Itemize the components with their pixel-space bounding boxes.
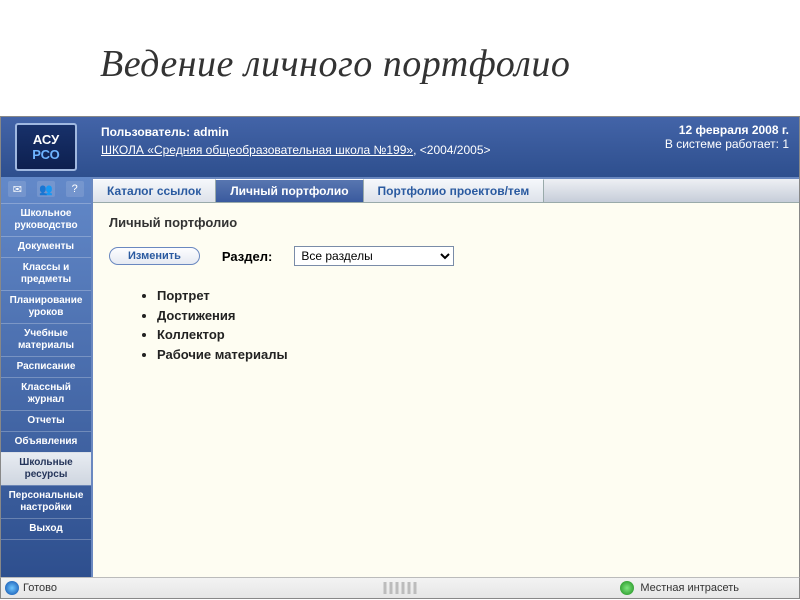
status-bar: Готово Местная интрасеть [0,577,800,599]
sidebar-icons: ✉ 👥 ? [1,177,91,203]
header-bar: АСУ РСО Пользователь: admin ШКОЛА «Средн… [1,117,799,177]
sidebar-item[interactable]: Школьное руководство [1,203,91,236]
tabs: Каталог ссылокЛичный портфолиоПортфолио … [93,179,799,203]
tab[interactable]: Портфолио проектов/тем [364,179,545,202]
logo-box: АСУ РСО [1,117,91,177]
list-item[interactable]: Достижения [157,306,783,326]
logo-line1: АСУ [33,133,59,146]
sidebar-item[interactable]: Персональные настройки [1,485,91,518]
header-date: 12 февраля 2008 г. [665,123,789,137]
users-icon[interactable]: 👥 [37,181,55,197]
body-wrap: ✉ 👥 ? Школьное руководствоДокументыКласс… [1,177,799,577]
school-link[interactable]: ШКОЛА «Средняя общеобразовательная школа… [101,143,413,157]
bullet-list: ПортретДостиженияКоллекторРабочие матери… [157,286,783,364]
controls-row: Изменить Раздел: Все разделы [109,246,783,266]
sidebar: ✉ 👥 ? Школьное руководствоДокументыКласс… [1,177,91,577]
online-label: В системе работает: [665,137,779,151]
list-item[interactable]: Портрет [157,286,783,306]
logo-line2: РСО [32,148,60,161]
online-row: В системе работает: 1 [665,137,789,151]
edit-button[interactable]: Изменить [109,247,200,265]
school-row: ШКОЛА «Средняя общеобразовательная школа… [101,141,645,159]
user-line: Пользователь: admin [101,123,645,141]
school-year: , <2004/2005> [413,143,490,157]
zone-icon [620,581,634,595]
content: Личный портфолио Изменить Раздел: Все ра… [93,203,799,376]
online-count: 1 [782,137,789,151]
mail-icon[interactable]: ✉ [8,181,26,197]
header-right: 12 февраля 2008 г. В системе работает: 1 [655,117,799,177]
status-ticks [384,582,417,594]
sidebar-item[interactable]: Выход [1,518,91,540]
section-label: Раздел: [222,249,272,264]
list-item[interactable]: Рабочие материалы [157,345,783,365]
sidebar-item[interactable]: Документы [1,236,91,257]
sidebar-item[interactable]: Отчеты [1,410,91,431]
main-area: Каталог ссылокЛичный портфолиоПортфолио … [91,177,799,577]
status-ready: Готово [23,582,57,594]
user-value: admin [193,125,228,139]
section-select[interactable]: Все разделы [294,246,454,266]
ie-icon [5,581,19,595]
logo: АСУ РСО [15,123,77,171]
sidebar-item[interactable]: Школьные ресурсы [1,452,91,485]
header-left: Пользователь: admin ШКОЛА «Средняя общео… [91,117,655,177]
sidebar-item[interactable]: Объявления [1,431,91,452]
sidebar-item[interactable]: Расписание [1,356,91,377]
sidebar-item[interactable]: Планирование уроков [1,290,91,323]
user-label: Пользователь: [101,125,190,139]
status-zone: Местная интрасеть [640,582,739,594]
status-zone-group: Местная интрасеть [620,581,739,595]
slide-title: Ведение личного портфолио [0,0,800,116]
tab[interactable]: Каталог ссылок [93,179,216,202]
sidebar-item[interactable]: Классы и предметы [1,257,91,290]
status-ready-group: Готово [5,581,57,595]
help-icon[interactable]: ? [66,181,84,197]
list-item[interactable]: Коллектор [157,325,783,345]
sidebar-item[interactable]: Классный журнал [1,377,91,410]
sidebar-item[interactable]: Учебные материалы [1,323,91,356]
app-window: АСУ РСО Пользователь: admin ШКОЛА «Средн… [0,116,800,577]
page-title: Личный портфолио [109,215,783,230]
tab[interactable]: Личный портфолио [216,179,363,202]
